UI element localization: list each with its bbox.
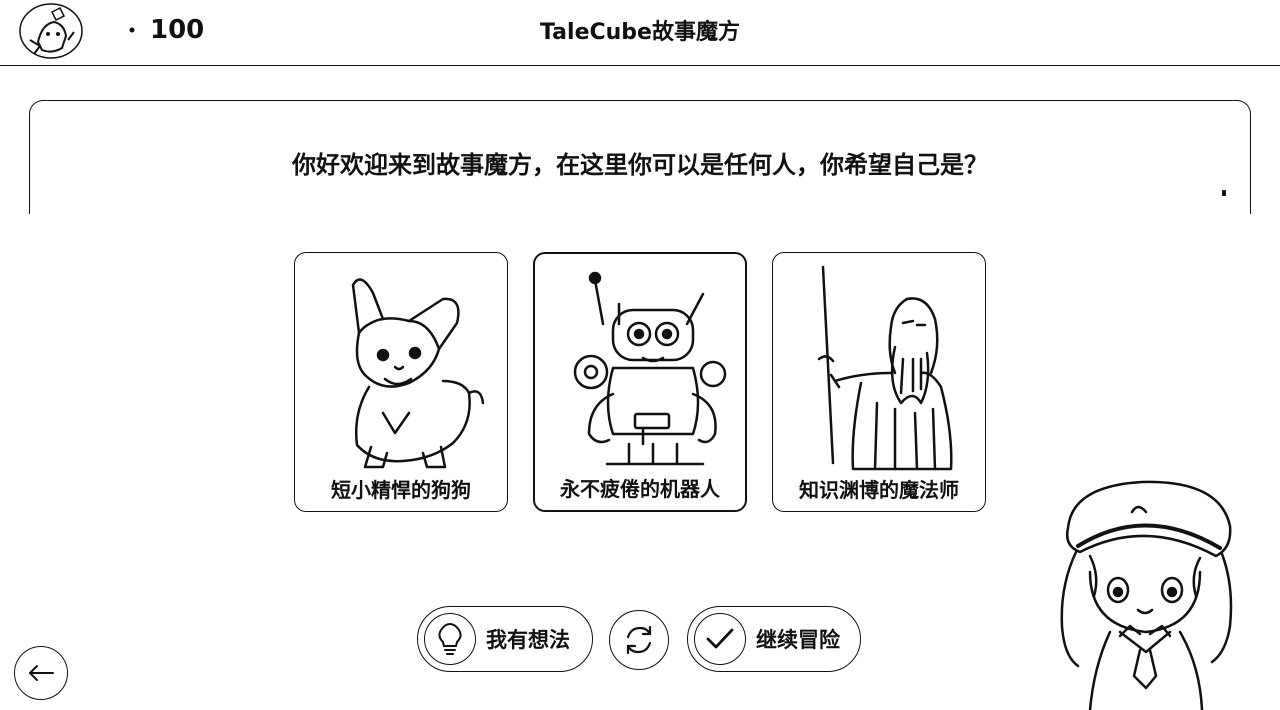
app-title: TaleCube故事魔方 [540,20,740,45]
choice-card-dog[interactable]: 短小精悍的狗狗 [294,252,508,512]
refresh-choices-button[interactable] [609,610,669,670]
lightbulb-icon-wrapper [424,613,476,665]
have-idea-label: 我有想法 [486,628,570,652]
continue-adventure-label: 继续冒险 [756,628,840,652]
choice-label-robot: 永不疲倦的机器人 [560,477,720,501]
checkmark-icon [706,628,734,649]
choice-label-wizard: 知识渊博的魔法师 [799,478,959,502]
score-display: 100 [128,12,204,48]
user-avatar[interactable] [18,2,84,60]
wizard-illustration-icon [817,265,953,471]
lightbulb-icon [438,622,462,655]
refresh-icon [626,625,652,655]
continue-adventure-button[interactable]: 继续冒险 [687,606,861,672]
choice-card-robot[interactable]: 永不疲倦的机器人 [533,252,747,512]
score-value: 100 [150,15,205,45]
corgi-illustration-icon [351,278,485,469]
choice-card-wizard[interactable]: 知识渊博的魔法师 [772,252,986,512]
choice-label-dog: 短小精悍的狗狗 [331,478,471,502]
robot-illustration-icon [573,271,727,466]
arrow-left-icon [29,665,54,681]
coin-icon [129,27,135,33]
top-bar: 100 TaleCube故事魔方 [0,0,1280,66]
story-dialog-box: 你好欢迎来到故事魔方，在这里你可以是任何人，你希望自己是？ [29,100,1251,214]
back-button[interactable] [14,646,68,700]
checkmark-icon-wrapper [694,613,746,665]
guide-character-illustration [1060,480,1233,710]
story-prompt-text: 你好欢迎来到故事魔方，在这里你可以是任何人，你希望自己是？ [292,151,988,179]
have-idea-button[interactable]: 我有想法 [417,606,593,672]
dialog-indicator-icon [1222,190,1226,196]
